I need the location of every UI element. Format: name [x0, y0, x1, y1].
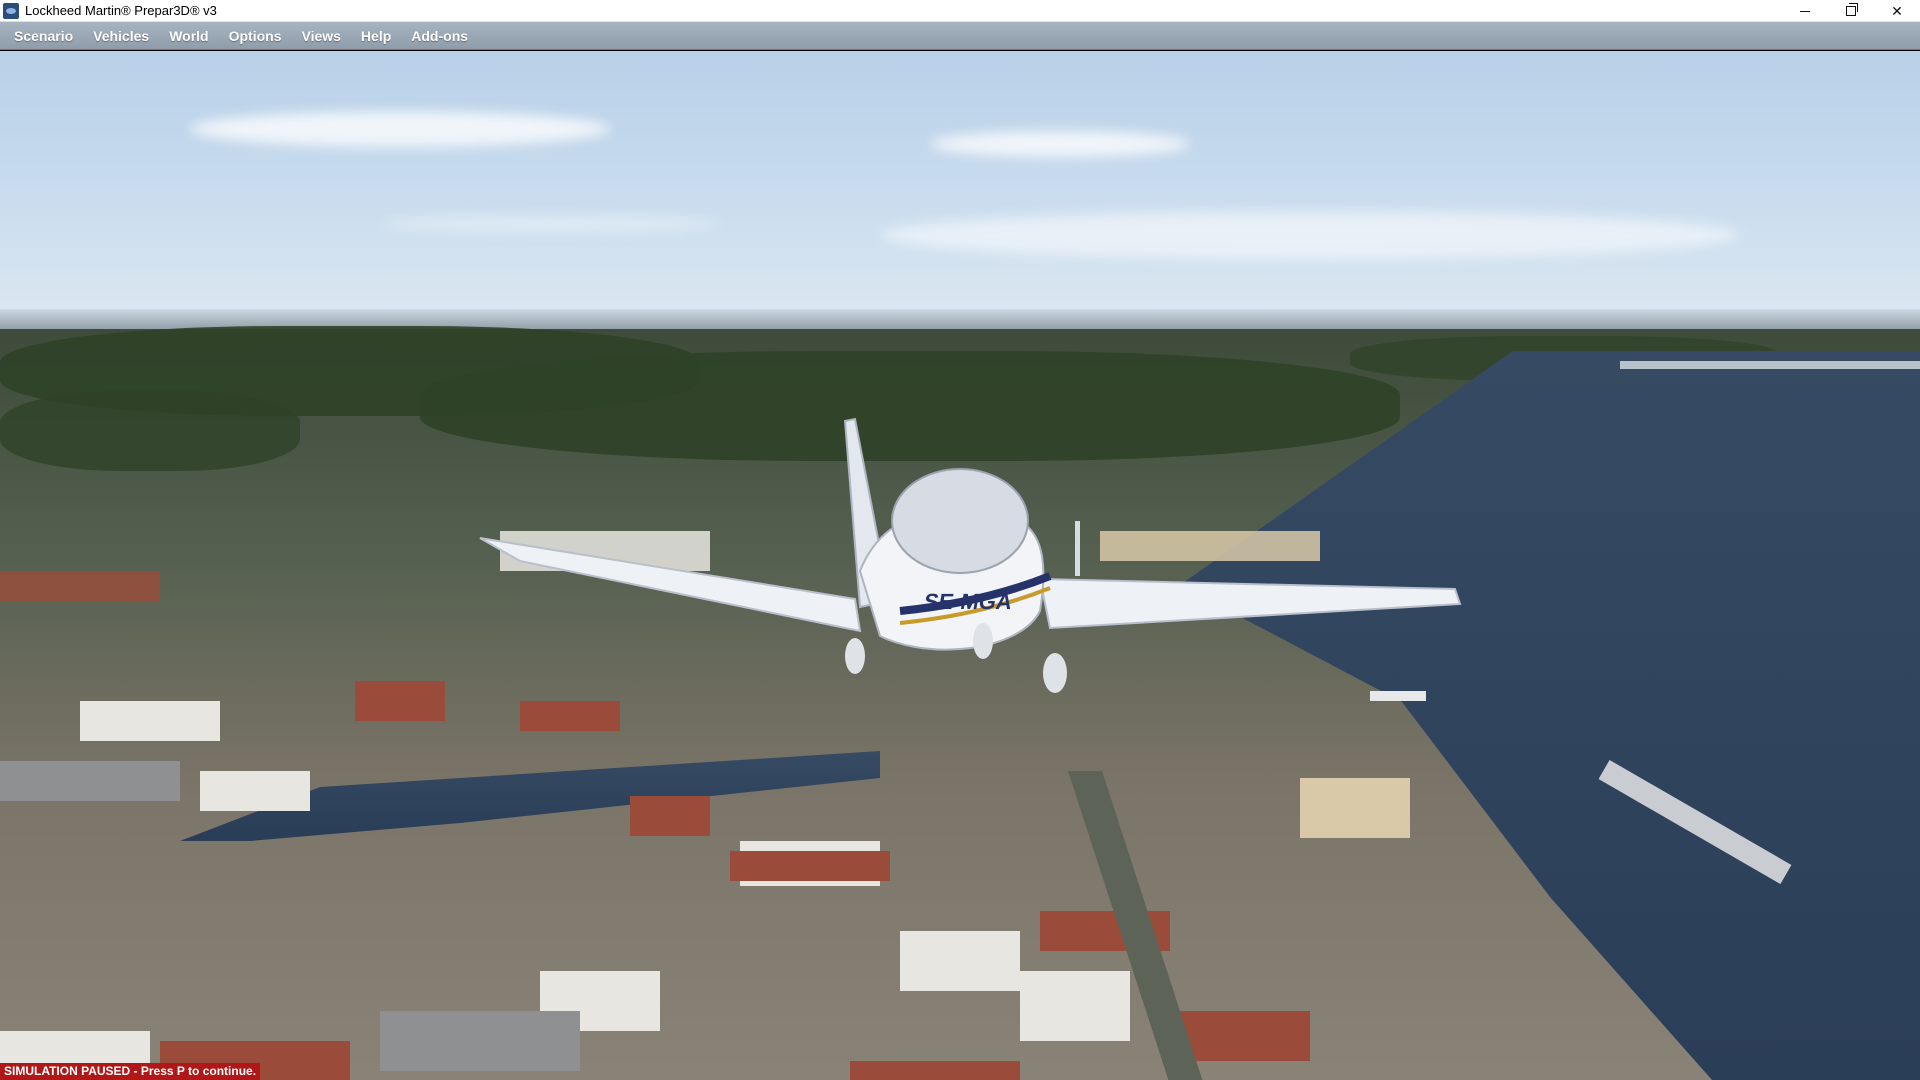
close-icon: ✕ [1891, 2, 1903, 19]
menu-scenario[interactable]: Scenario [4, 22, 83, 50]
minimize-icon [1800, 10, 1810, 12]
window-title: Lockheed Martin® Prepar3D® v3 [25, 3, 217, 18]
aircraft-registration: SE-MGA [921, 589, 1015, 614]
menu-vehicles[interactable]: Vehicles [83, 22, 159, 50]
menu-world[interactable]: World [159, 22, 218, 50]
menu-options[interactable]: Options [219, 22, 292, 50]
restore-icon [1846, 3, 1858, 16]
close-button[interactable]: ✕ [1874, 0, 1920, 22]
simulation-viewport[interactable]: SE-MGA [0, 51, 1920, 1080]
restore-button[interactable] [1828, 0, 1874, 22]
menu-bar: Scenario Vehicles World Options Views He… [0, 22, 1920, 50]
aircraft [479, 417, 1462, 693]
minimize-button[interactable] [1782, 0, 1828, 22]
simulation-paused-banner: SIMULATION PAUSED - Press P to continue. [0, 1063, 261, 1080]
menu-views[interactable]: Views [291, 22, 350, 50]
menu-help[interactable]: Help [351, 22, 401, 50]
window-titlebar: Lockheed Martin® Prepar3D® v3 ✕ [0, 0, 1920, 22]
prepar3d-app-icon [3, 2, 19, 19]
menu-addons[interactable]: Add-ons [401, 22, 478, 50]
